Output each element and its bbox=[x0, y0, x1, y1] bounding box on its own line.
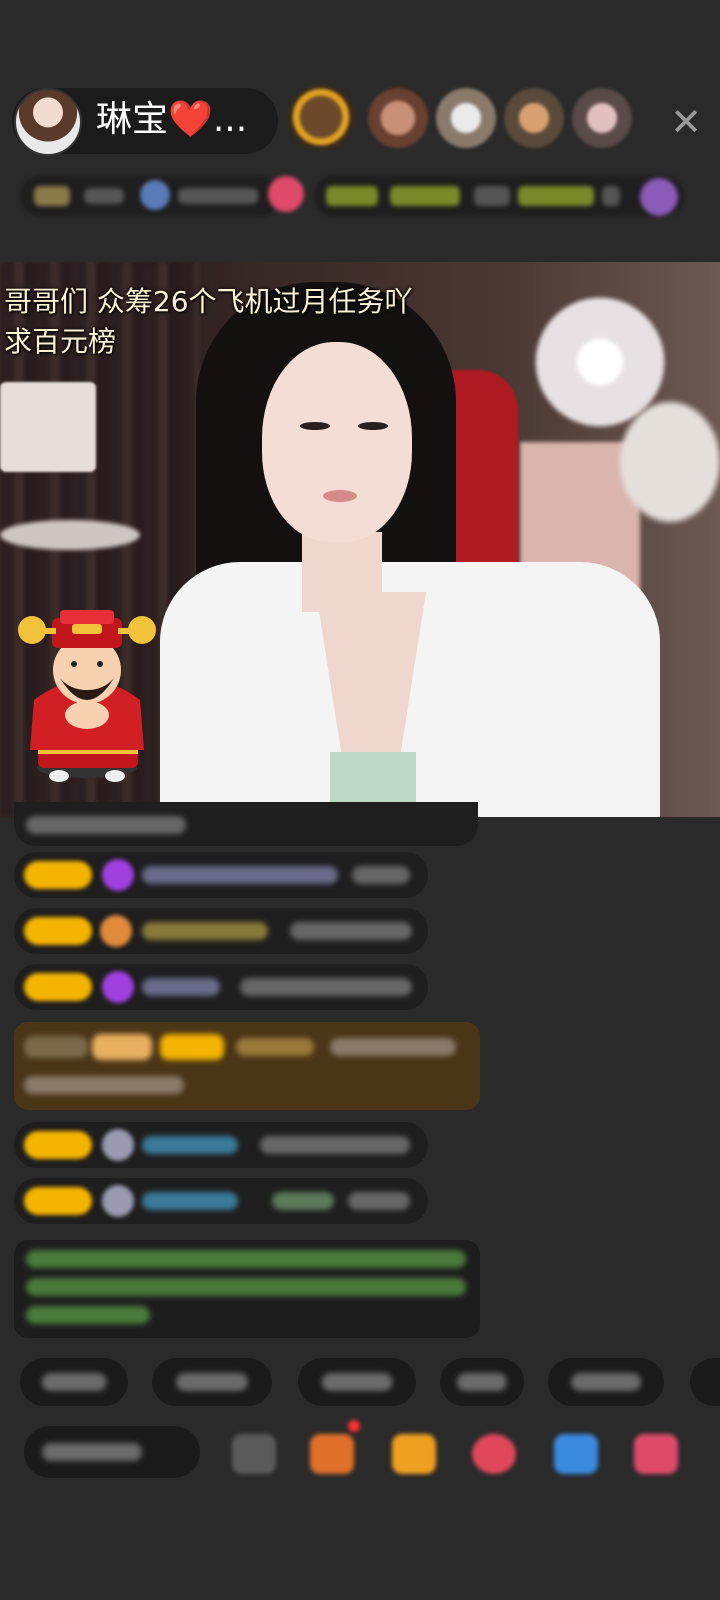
medal-icon bbox=[100, 915, 132, 947]
chat-badge bbox=[92, 1034, 152, 1060]
game-icon[interactable] bbox=[554, 1434, 598, 1474]
host-name[interactable]: 琳宝❤️... bbox=[96, 100, 247, 140]
comment-input[interactable] bbox=[24, 1426, 200, 1478]
god-of-wealth-sticker-icon[interactable] bbox=[14, 590, 160, 786]
rank-text bbox=[84, 188, 124, 204]
chat-text bbox=[348, 1192, 410, 1210]
quick-reply-pill[interactable] bbox=[440, 1358, 524, 1406]
streamer-eye-left bbox=[300, 422, 330, 430]
level-badge bbox=[24, 1187, 92, 1215]
chat-text bbox=[272, 1192, 334, 1210]
gift-box-icon[interactable] bbox=[310, 1434, 354, 1474]
level-badge bbox=[24, 973, 92, 1001]
chat-text bbox=[26, 816, 186, 834]
chat-username bbox=[142, 1192, 238, 1210]
chat-text bbox=[142, 866, 338, 884]
hour-rank-icon bbox=[140, 180, 170, 210]
emoji-icon[interactable] bbox=[232, 1434, 276, 1474]
notification-dot bbox=[348, 1420, 360, 1432]
chat-text bbox=[24, 1076, 184, 1094]
video-overlay-line-2: 求百元榜 bbox=[4, 325, 117, 358]
chat-username bbox=[142, 1136, 238, 1154]
marquee-text-1 bbox=[474, 186, 510, 206]
hour-rank-text bbox=[178, 188, 258, 204]
marquee-tag-1 bbox=[326, 186, 378, 206]
red-packet-icon[interactable] bbox=[392, 1434, 436, 1474]
streamer-face bbox=[262, 342, 412, 542]
quick-reply-pill[interactable] bbox=[152, 1358, 272, 1406]
quick-reply-pill[interactable] bbox=[20, 1358, 128, 1406]
system-notice-text bbox=[26, 1306, 150, 1324]
chat-badge bbox=[24, 1036, 88, 1058]
chat-highlight-message[interactable] bbox=[14, 1022, 480, 1110]
rank-badge bbox=[34, 186, 70, 206]
gem-icon bbox=[102, 971, 134, 1003]
host-avatar[interactable] bbox=[14, 88, 82, 156]
avatar-icon bbox=[102, 1185, 134, 1217]
quick-reply-pill[interactable] bbox=[548, 1358, 664, 1406]
close-icon[interactable]: ✕ bbox=[664, 100, 708, 144]
level-badge bbox=[24, 917, 92, 945]
marquee-tag-2 bbox=[390, 186, 460, 206]
chat-text bbox=[290, 922, 412, 940]
top-viewer-avatar-3[interactable] bbox=[436, 88, 496, 148]
video-overlay-line-1: 哥哥们 众筹26个飞机过月任务吖 bbox=[4, 285, 413, 318]
level-badge bbox=[24, 861, 92, 889]
chat-username bbox=[236, 1038, 314, 1056]
chat-text bbox=[330, 1038, 456, 1056]
top-viewer-avatar-1[interactable] bbox=[288, 84, 354, 150]
quick-reply-pill[interactable] bbox=[298, 1358, 416, 1406]
top-viewer-avatar-4[interactable] bbox=[504, 88, 564, 148]
fan-club-icon[interactable] bbox=[640, 178, 678, 216]
chat-text bbox=[260, 1136, 410, 1154]
video-lamp bbox=[0, 382, 96, 472]
chat-text bbox=[240, 978, 412, 996]
system-notice-text bbox=[26, 1278, 466, 1296]
marquee-text-2 bbox=[602, 186, 620, 206]
marquee-tag-3 bbox=[518, 186, 594, 206]
chat-username bbox=[142, 922, 268, 940]
more-gifts-icon[interactable] bbox=[634, 1434, 678, 1474]
lucky-icon[interactable] bbox=[472, 1434, 516, 1474]
chat-text bbox=[352, 866, 410, 884]
video-overlay-text: 哥哥们 众筹26个飞机过月任务吖 求百元榜 bbox=[4, 282, 413, 362]
system-notice-text bbox=[26, 1250, 466, 1268]
gem-icon bbox=[102, 859, 134, 891]
level-badge bbox=[24, 1131, 92, 1159]
streamer-lips bbox=[323, 490, 357, 502]
video-table bbox=[0, 520, 140, 550]
quick-reply-pill[interactable] bbox=[690, 1358, 720, 1406]
top-viewer-avatar-5[interactable] bbox=[572, 88, 632, 148]
streamer-eye-right bbox=[358, 422, 388, 430]
gift-rank-icon[interactable] bbox=[268, 176, 304, 212]
top-viewer-avatar-2[interactable] bbox=[368, 88, 428, 148]
chat-username bbox=[142, 978, 220, 996]
video-plant bbox=[620, 402, 720, 522]
avatar-icon bbox=[102, 1129, 134, 1161]
level-badge bbox=[160, 1034, 224, 1060]
